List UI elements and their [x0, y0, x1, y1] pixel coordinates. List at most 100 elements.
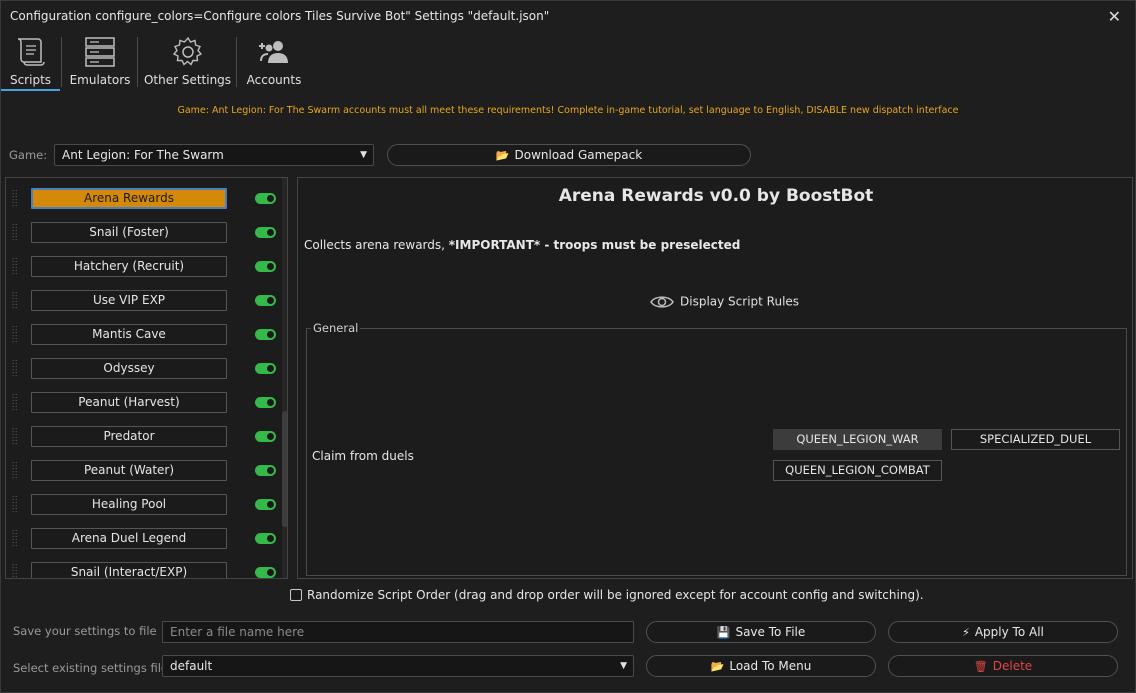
script-row[interactable]: ∶∶ ∶∶ ∶∶ Hatchery (Recruit)	[6, 250, 278, 284]
script-enabled-toggle[interactable]	[255, 193, 276, 204]
toolbar-divider	[61, 37, 62, 87]
randomize-script-order[interactable]: Randomize Script Order (drag and drop or…	[290, 588, 924, 602]
save-to-file-button[interactable]: 💾 Save To File	[646, 621, 876, 643]
description-text: Collects arena rewards,	[304, 238, 449, 252]
script-row[interactable]: ∶∶ ∶∶ ∶∶ Healing Pool	[6, 488, 278, 522]
script-row[interactable]: ∶∶ ∶∶ ∶∶ Odyssey	[6, 352, 278, 386]
script-row[interactable]: ∶∶ ∶∶ ∶∶ Use VIP EXP	[6, 284, 278, 318]
script-button[interactable]: Use VIP EXP	[31, 290, 227, 311]
floppy-icon: 💾	[716, 626, 731, 639]
apply-to-all-label: Apply To All	[974, 625, 1044, 639]
drag-handle-icon[interactable]: ∶∶ ∶∶ ∶∶	[12, 461, 21, 481]
script-button[interactable]: Peanut (Harvest)	[31, 392, 227, 413]
drag-handle-icon[interactable]: ∶∶ ∶∶ ∶∶	[12, 257, 21, 277]
drag-handle-icon[interactable]: ∶∶ ∶∶ ∶∶	[12, 529, 21, 549]
drag-handle-icon[interactable]: ∶∶ ∶∶ ∶∶	[12, 495, 21, 515]
script-row[interactable]: ∶∶ ∶∶ ∶∶ Predator	[6, 420, 278, 454]
tab-emulators-label: Emulators	[69, 73, 131, 87]
tab-other-settings[interactable]: Other Settings	[141, 33, 234, 91]
script-enabled-toggle[interactable]	[255, 261, 276, 272]
drag-handle-icon[interactable]: ∶∶ ∶∶ ∶∶	[12, 427, 21, 447]
script-enabled-toggle[interactable]	[255, 533, 276, 544]
game-select-value: Ant Legion: For The Swarm	[62, 148, 224, 162]
open-folder-icon: 📂	[710, 660, 725, 673]
gear-icon	[172, 36, 202, 66]
tab-scripts-label: Scripts	[9, 73, 52, 87]
config-window: Configuration configure_colors=Configure…	[0, 0, 1136, 693]
script-row[interactable]: ∶∶ ∶∶ ∶∶ Snail (Foster)	[6, 216, 278, 250]
script-button[interactable]: Hatchery (Recruit)	[31, 256, 227, 277]
tab-emulators[interactable]: Emulators	[65, 33, 135, 91]
display-script-rules-label: Display Script Rules	[680, 294, 800, 309]
description-important: *IMPORTANT* - troops must be preselected	[448, 238, 741, 252]
script-enabled-toggle[interactable]	[255, 363, 276, 374]
game-select[interactable]: Ant Legion: For The Swarm ▼	[54, 144, 374, 166]
script-row[interactable]: ∶∶ ∶∶ ∶∶ Arena Duel Legend	[6, 522, 278, 556]
chevron-down-icon: ▼	[360, 150, 367, 160]
server-icon	[85, 37, 115, 67]
close-icon[interactable]: ✕	[1108, 7, 1121, 26]
save-to-file-label: Save To File	[735, 625, 806, 639]
game-label: Game:	[9, 148, 48, 162]
option-specialized-duel[interactable]: SPECIALIZED_DUEL	[951, 429, 1120, 450]
option-queen-legion-combat[interactable]: QUEEN_LEGION_COMBAT	[773, 460, 942, 481]
drag-handle-icon[interactable]: ∶∶ ∶∶ ∶∶	[12, 563, 21, 579]
delete-button[interactable]: 🗑 Delete	[888, 655, 1118, 677]
script-row[interactable]: ∶∶ ∶∶ ∶∶ Mantis Cave	[6, 318, 278, 352]
game-requirements-notice: Game: Ant Legion: For The Swarm accounts…	[177, 105, 959, 116]
display-script-rules-button[interactable]: Display Script Rules	[650, 294, 799, 310]
randomize-label: Randomize Script Order (drag and drop or…	[307, 588, 924, 602]
scroll-icon	[17, 38, 45, 66]
script-button[interactable]: Peanut (Water)	[31, 460, 227, 481]
script-enabled-toggle[interactable]	[255, 329, 276, 340]
script-enabled-toggle[interactable]	[255, 295, 276, 306]
script-button[interactable]: Mantis Cave	[31, 324, 227, 345]
randomize-checkbox[interactable]	[290, 589, 302, 601]
lightning-icon: ⚡	[962, 626, 970, 639]
script-button[interactable]: Arena Duel Legend	[31, 528, 227, 549]
tab-accounts[interactable]: Accounts	[241, 33, 307, 91]
script-enabled-toggle[interactable]	[255, 431, 276, 442]
script-button[interactable]: Odyssey	[31, 358, 227, 379]
load-to-menu-button[interactable]: 📂 Load To Menu	[646, 655, 876, 677]
download-gamepack-button[interactable]: 📂 Download Gamepack	[387, 144, 751, 166]
drag-handle-icon[interactable]: ∶∶ ∶∶ ∶∶	[12, 291, 21, 311]
toolbar: Scripts Emulators Other Settings Account…	[1, 33, 1135, 91]
script-enabled-toggle[interactable]	[255, 567, 276, 578]
script-enabled-toggle[interactable]	[255, 465, 276, 476]
script-row[interactable]: ∶∶ ∶∶ ∶∶ Peanut (Water)	[6, 454, 278, 488]
drag-handle-icon[interactable]: ∶∶ ∶∶ ∶∶	[12, 359, 21, 379]
drag-handle-icon[interactable]: ∶∶ ∶∶ ∶∶	[12, 393, 21, 413]
script-description: Collects arena rewards, *IMPORTANT* - tr…	[304, 238, 740, 252]
script-button[interactable]: Predator	[31, 426, 227, 447]
scrollbar-thumb[interactable]	[282, 411, 287, 527]
script-enabled-toggle[interactable]	[255, 499, 276, 510]
apply-to-all-button[interactable]: ⚡ Apply To All	[888, 621, 1118, 643]
file-name-placeholder: Enter a file name here	[170, 625, 305, 639]
option-queen-legion-war[interactable]: QUEEN_LEGION_WAR	[773, 429, 942, 450]
tab-scripts[interactable]: Scripts	[1, 33, 60, 91]
script-button[interactable]: Snail (Foster)	[31, 222, 227, 243]
script-enabled-toggle[interactable]	[255, 227, 276, 238]
script-row[interactable]: ∶∶ ∶∶ ∶∶ Arena Rewards	[6, 182, 278, 216]
script-button[interactable]: Arena Rewards	[31, 188, 227, 209]
file-name-input[interactable]: Enter a file name here	[162, 621, 634, 643]
users-add-icon	[259, 41, 288, 63]
drag-handle-icon[interactable]: ∶∶ ∶∶ ∶∶	[12, 189, 21, 209]
script-row[interactable]: ∶∶ ∶∶ ∶∶ Snail (Interact/EXP)	[6, 556, 278, 579]
delete-label: Delete	[992, 659, 1033, 673]
settings-file-value: default	[170, 659, 213, 673]
script-button[interactable]: Snail (Interact/EXP)	[31, 562, 227, 578]
script-enabled-toggle[interactable]	[255, 397, 276, 408]
save-settings-label: Save your settings to file	[13, 624, 157, 638]
script-detail-panel: Arena Rewards v0.0 by BoostBot Collects …	[297, 177, 1133, 579]
toolbar-divider	[236, 37, 237, 87]
eye-icon	[650, 296, 674, 308]
download-icon: 📂	[495, 149, 510, 162]
settings-file-select[interactable]: default ▼	[162, 655, 634, 677]
drag-handle-icon[interactable]: ∶∶ ∶∶ ∶∶	[12, 223, 21, 243]
script-list-scrollbar[interactable]	[282, 178, 287, 578]
script-row[interactable]: ∶∶ ∶∶ ∶∶ Peanut (Harvest)	[6, 386, 278, 420]
script-button[interactable]: Healing Pool	[31, 494, 227, 515]
drag-handle-icon[interactable]: ∶∶ ∶∶ ∶∶	[12, 325, 21, 345]
